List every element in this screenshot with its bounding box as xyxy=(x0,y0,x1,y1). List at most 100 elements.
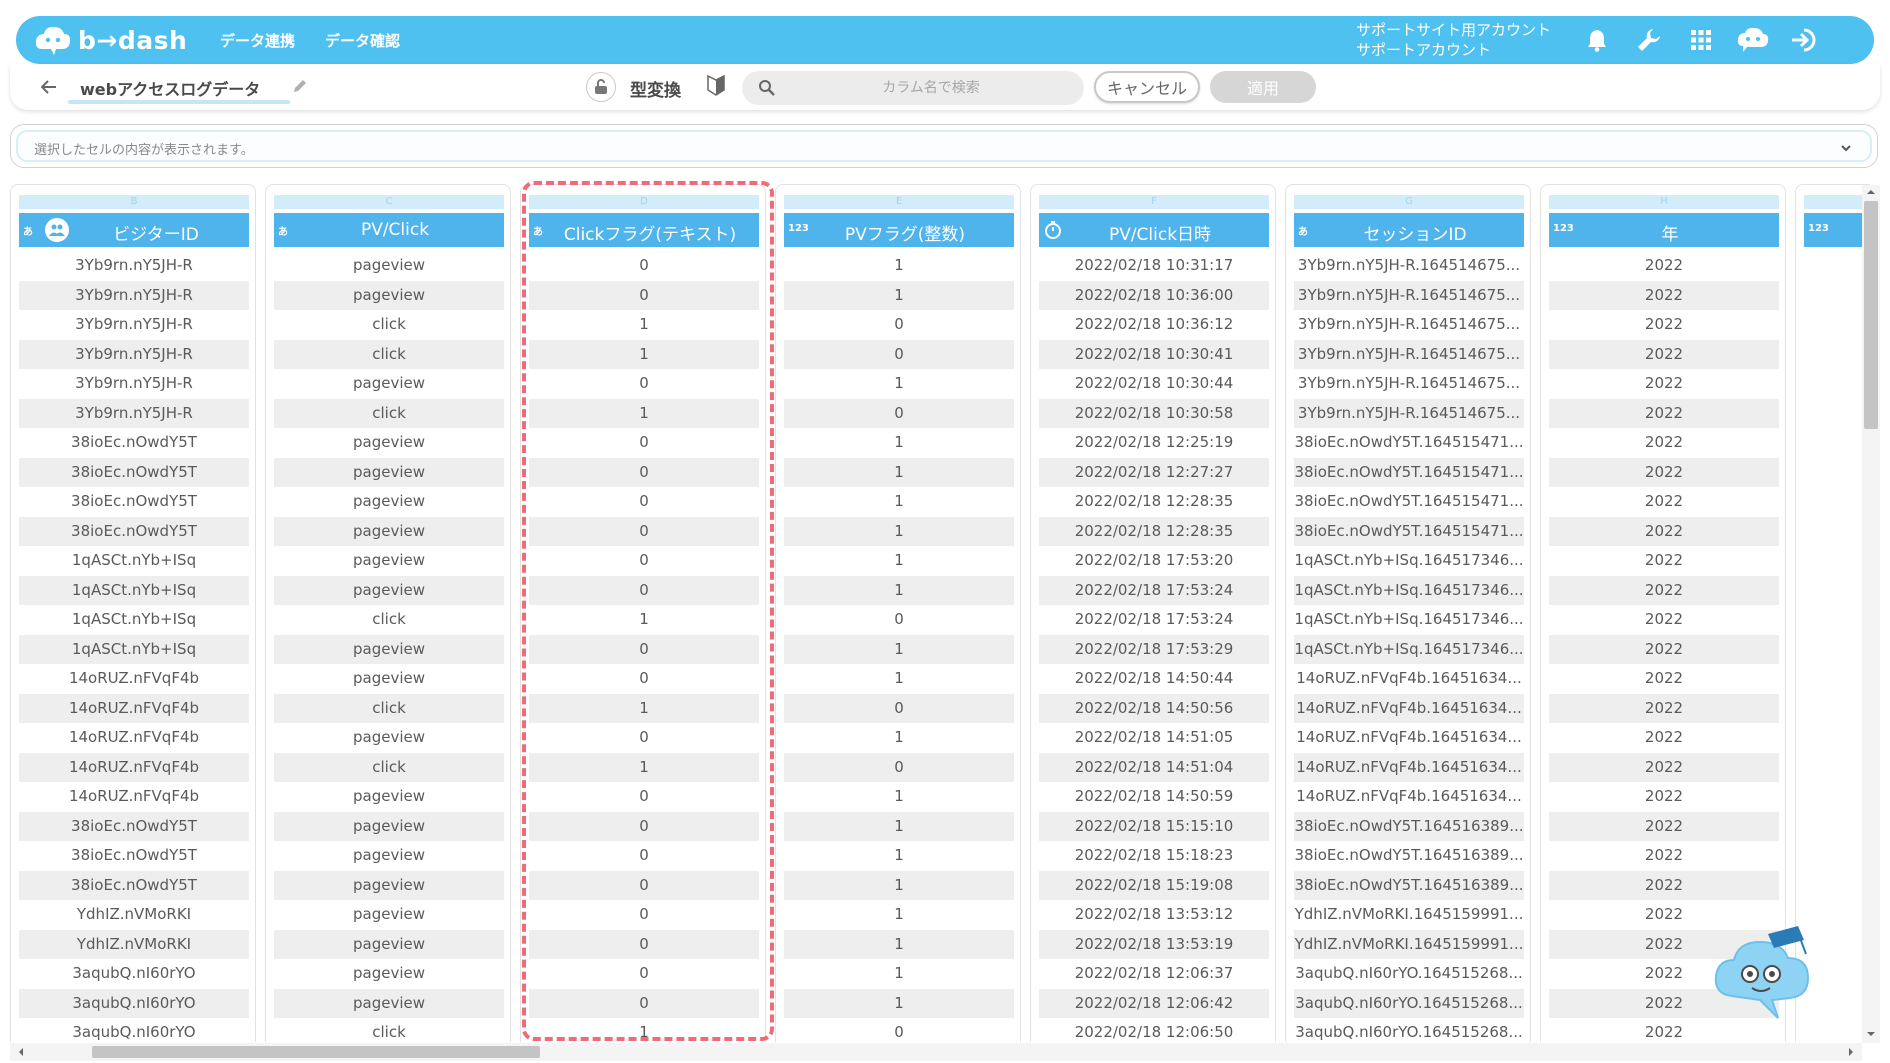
table-cell[interactable]: 38ioEc.nOwdY5T xyxy=(19,870,249,900)
table-cell[interactable]: 3Yb9rn.nY5JH-R xyxy=(19,251,249,281)
apply-button[interactable]: 適用 xyxy=(1210,71,1316,103)
table-cell[interactable]: 0 xyxy=(529,428,759,458)
column-header[interactable]: あ PV/Click xyxy=(274,213,504,247)
table-cell[interactable]: 1 xyxy=(784,782,1014,812)
cell-content-display[interactable]: 選択したセルの内容が表示されます。 xyxy=(16,130,1872,162)
table-cell[interactable]: 3Yb9rn.nY5JH-R.164514675... xyxy=(1294,339,1524,369)
table-cell[interactable]: 2022/02/18 10:36:12 xyxy=(1039,310,1269,340)
table-cell[interactable]: click xyxy=(274,1018,504,1042)
table-cell[interactable]: 2022 xyxy=(1549,487,1779,517)
table-cell[interactable]: 0 xyxy=(529,929,759,959)
table-cell[interactable]: 0 xyxy=(529,723,759,753)
table-cell[interactable]: 0 xyxy=(784,398,1014,428)
table-cell[interactable]: pageview xyxy=(274,280,504,310)
column-letter[interactable]: H xyxy=(1549,195,1779,209)
table-cell[interactable]: 1qASCt.nYb+ISq xyxy=(19,634,249,664)
grid-icon[interactable] xyxy=(1684,24,1718,56)
table-cell[interactable]: 0 xyxy=(784,1018,1014,1042)
table-cell[interactable]: 2022/02/18 10:36:00 xyxy=(1039,280,1269,310)
table-cell[interactable]: 38ioEc.nOwdY5T.164516389... xyxy=(1294,841,1524,871)
table-cell[interactable]: pageview xyxy=(274,811,504,841)
column-letter[interactable] xyxy=(1804,195,1864,209)
table-cell[interactable]: pageview xyxy=(274,723,504,753)
table-cell[interactable]: 14oRUZ.nFVqF4b.16451634... xyxy=(1294,723,1524,753)
table-cell[interactable]: 1qASCt.nYb+ISq.164517346... xyxy=(1294,575,1524,605)
table-cell[interactable]: 2022 xyxy=(1549,959,1779,989)
table-cell[interactable]: 2022/02/18 12:28:35 xyxy=(1039,487,1269,517)
table-cell[interactable]: 0 xyxy=(784,693,1014,723)
table-cell[interactable]: 14oRUZ.nFVqF4b xyxy=(19,782,249,812)
table-cell[interactable]: 1 xyxy=(529,310,759,340)
table-cell[interactable]: 0 xyxy=(529,782,759,812)
table-cell[interactable]: 1qASCt.nYb+ISq.164517346... xyxy=(1294,634,1524,664)
table-cell[interactable]: 2022 xyxy=(1549,782,1779,812)
table-cell[interactable]: 38ioEc.nOwdY5T.164516389... xyxy=(1294,870,1524,900)
table-cell[interactable]: 0 xyxy=(529,841,759,871)
cancel-button[interactable]: キャンセル xyxy=(1094,71,1200,103)
type-convert-icon[interactable] xyxy=(586,72,616,102)
table-cell[interactable]: 38ioEc.nOwdY5T xyxy=(19,841,249,871)
table-cell[interactable]: 2022 xyxy=(1549,546,1779,576)
column-letter[interactable]: C xyxy=(274,195,504,209)
table-cell[interactable]: 2022 xyxy=(1549,870,1779,900)
brand-logo[interactable]: b→dash xyxy=(34,23,187,57)
table-cell[interactable]: 2022 xyxy=(1549,398,1779,428)
table-cell[interactable]: 0 xyxy=(784,605,1014,635)
chat-bot-icon[interactable] xyxy=(1736,24,1770,56)
table-cell[interactable]: 2022/02/18 12:06:42 xyxy=(1039,988,1269,1018)
table-cell[interactable]: 2022/02/18 13:53:12 xyxy=(1039,900,1269,930)
table-cell[interactable]: 1 xyxy=(784,841,1014,871)
table-cell[interactable]: 38ioEc.nOwdY5T xyxy=(19,487,249,517)
table-cell[interactable]: 2022/02/18 10:30:41 xyxy=(1039,339,1269,369)
table-cell[interactable]: 2022 xyxy=(1549,634,1779,664)
scroll-right-arrow-icon[interactable] xyxy=(1846,1047,1856,1057)
table-cell[interactable]: 2022/02/18 14:50:56 xyxy=(1039,693,1269,723)
column-header[interactable]: 123 PVフラグ(整数) xyxy=(784,213,1014,247)
table-cell[interactable]: YdhIZ.nVMoRKI.1645159991... xyxy=(1294,929,1524,959)
account-info[interactable]: サポートサイト用アカウント サポートアカウント xyxy=(1356,20,1551,60)
table-cell[interactable]: YdhIZ.nVMoRKI xyxy=(19,929,249,959)
table-cell[interactable]: 2022 xyxy=(1549,605,1779,635)
table-cell[interactable]: 2022 xyxy=(1549,900,1779,930)
table-cell[interactable]: 2022 xyxy=(1549,575,1779,605)
table-cell[interactable]: 2022/02/18 14:51:04 xyxy=(1039,752,1269,782)
table-cell[interactable]: 38ioEc.nOwdY5T xyxy=(19,516,249,546)
table-cell[interactable]: 2022/02/18 17:53:24 xyxy=(1039,605,1269,635)
table-cell[interactable]: 2022/02/18 12:06:50 xyxy=(1039,1018,1269,1042)
column-letter[interactable]: F xyxy=(1039,195,1269,209)
table-cell[interactable]: click xyxy=(274,310,504,340)
back-arrow-icon[interactable] xyxy=(38,76,60,98)
table-cell[interactable]: 3Yb9rn.nY5JH-R xyxy=(19,398,249,428)
column-header[interactable]: 123 xyxy=(1804,213,1864,247)
edit-pencil-icon[interactable] xyxy=(292,78,310,96)
table-cell[interactable]: pageview xyxy=(274,870,504,900)
table-cell[interactable]: pageview xyxy=(274,516,504,546)
table-cell[interactable]: click xyxy=(274,605,504,635)
column-letter[interactable]: E xyxy=(784,195,1014,209)
column-letter[interactable]: B xyxy=(19,195,249,209)
table-cell[interactable]: click xyxy=(274,398,504,428)
table-cell[interactable]: 2022/02/18 13:53:19 xyxy=(1039,929,1269,959)
table-cell[interactable]: 0 xyxy=(529,870,759,900)
table-cell[interactable]: 38ioEc.nOwdY5T.164515471... xyxy=(1294,487,1524,517)
table-cell[interactable]: 2022 xyxy=(1549,428,1779,458)
vertical-scroll-thumb[interactable] xyxy=(1864,201,1878,429)
table-cell[interactable]: 1 xyxy=(784,723,1014,753)
table-cell[interactable]: 3Yb9rn.nY5JH-R xyxy=(19,280,249,310)
column-header[interactable]: 123 年 xyxy=(1549,213,1779,247)
table-cell[interactable]: 0 xyxy=(529,516,759,546)
table-cell[interactable]: 0 xyxy=(529,280,759,310)
table-cell[interactable]: 2022/02/18 15:15:10 xyxy=(1039,811,1269,841)
table-cell[interactable]: 2022/02/18 15:19:08 xyxy=(1039,870,1269,900)
table-cell[interactable]: 14oRUZ.nFVqF4b xyxy=(19,664,249,694)
table-cell[interactable]: 1qASCt.nYb+ISq.164517346... xyxy=(1294,546,1524,576)
table-cell[interactable]: 1 xyxy=(784,546,1014,576)
table-cell[interactable]: 1 xyxy=(784,929,1014,959)
table-cell[interactable]: 0 xyxy=(529,811,759,841)
table-cell[interactable]: 1 xyxy=(784,575,1014,605)
column-search-input[interactable] xyxy=(786,71,1076,105)
table-cell[interactable]: 3aqubQ.nI60rYO.164515268... xyxy=(1294,959,1524,989)
table-cell[interactable]: 2022/02/18 10:30:58 xyxy=(1039,398,1269,428)
table-cell[interactable]: 14oRUZ.nFVqF4b.16451634... xyxy=(1294,664,1524,694)
table-cell[interactable]: 0 xyxy=(529,251,759,281)
